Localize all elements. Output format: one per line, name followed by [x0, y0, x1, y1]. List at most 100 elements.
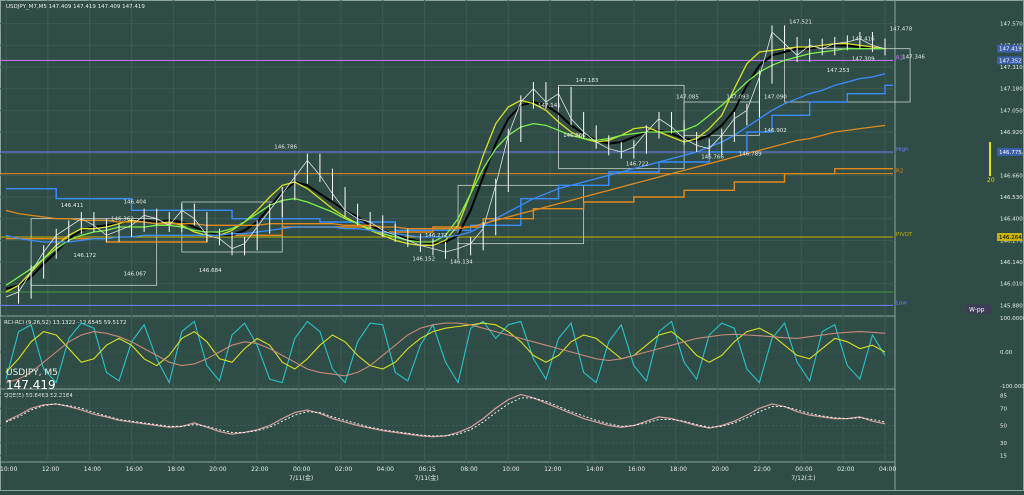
price-annotation: 147.093	[726, 95, 749, 101]
price-annotation: 146.067	[124, 271, 147, 277]
price-annotation: 147.253	[827, 68, 850, 74]
chart-title: USDJPY_M7,M5 147.409 147.419 147.409 147…	[6, 4, 145, 10]
price-annotation: 147.478	[890, 26, 913, 32]
price-tag: 147.352	[999, 58, 1022, 64]
qqe-line	[5, 393, 886, 438]
price-annotation: 147.346	[902, 55, 925, 61]
y-tick-label: 147.570	[1000, 22, 1023, 28]
price-annotation: 146.362	[111, 216, 134, 222]
price-annotation: 147.183	[576, 78, 599, 84]
rci-line	[5, 322, 886, 384]
x-tick-label: 08:00	[460, 466, 477, 473]
y-tick-label: 145.880	[1000, 303, 1023, 309]
x-date-label: 7/11(金)	[289, 474, 313, 482]
last-price-label: 147.419	[6, 378, 56, 392]
price-tag: 146.264	[999, 235, 1022, 241]
x-tick-label: 06:15	[419, 466, 436, 473]
rci-title: RCI-RCI (9,26,52) 13.1322 -12.6545 59.51…	[4, 320, 127, 326]
x-tick-label: 10:00	[502, 466, 519, 473]
x-date-label: 7/11(金)	[415, 474, 439, 482]
rci-panel: RCI-RCI (9,26,52) 13.1322 -12.6545 59.51…	[0, 316, 1024, 390]
qqe-tick: 15	[1000, 454, 1007, 460]
y-tick-label: 146.140	[1000, 260, 1023, 266]
x-tick-label: 00:00	[795, 466, 812, 473]
price-tag: 147.419	[999, 47, 1022, 53]
x-tick-label: 10:00	[0, 466, 17, 473]
grid	[0, 0, 1024, 491]
qqe-tick: 50	[1000, 424, 1007, 430]
x-tick-label: 12:00	[544, 466, 561, 473]
level-20-label: 20	[987, 177, 995, 184]
price-annotation: 147.416	[852, 36, 875, 42]
x-tick-label: 02:00	[837, 466, 854, 473]
price-annotation: 146.404	[124, 200, 147, 206]
level-label: R2	[896, 169, 903, 175]
y-tick-label: 146.920	[1000, 130, 1023, 136]
x-tick-label: 18:00	[167, 466, 184, 473]
qqe-signal	[5, 397, 886, 437]
qqe-title: QQE(5) 50.8463 52.2184	[4, 393, 73, 399]
chart-svg: R2HighR2PIVOTLow 146.411146.172146.40414…	[0, 0, 1024, 491]
outer-frame	[0, 0, 1024, 491]
price-tag: 146.775	[999, 150, 1022, 156]
x-tick-label: 16:00	[628, 466, 645, 473]
price-annotation: 147.085	[676, 95, 699, 101]
x-tick-label: 22:00	[251, 466, 268, 473]
x-tick-label: 02:00	[335, 466, 352, 473]
qqe-tick: 70	[1000, 406, 1007, 412]
y-tick-label: 146.400	[1000, 217, 1023, 223]
price-annotation: 147.141	[538, 103, 561, 109]
ema-line	[5, 73, 886, 243]
x-tick-label: 14:00	[84, 466, 101, 473]
trading-chart: R2 High R2 PIVOT Low 146.411 146.172 146.404 14…	[0, 0, 1024, 491]
x-tick-label: 14:00	[586, 466, 603, 473]
y-tick-label: 146.010	[1000, 282, 1023, 288]
rci-tick: -100.0000	[1000, 384, 1024, 390]
axes: 147.570147.440147.310147.180147.050146.9…	[0, 22, 1023, 482]
x-tick-label: 12:00	[42, 466, 59, 473]
rci-tick: 100.0000	[1000, 316, 1024, 322]
y-tick-label: 147.180	[1000, 87, 1023, 93]
price-annotation: 146.411	[61, 203, 84, 209]
price-annotation: 146.860	[563, 133, 586, 139]
level-label: PIVOT	[896, 232, 913, 238]
price-annotation: 146.722	[626, 161, 649, 167]
y-tick-label: 146.530	[1000, 195, 1023, 201]
pivot-levels: R2HighR2PIVOTLow	[0, 48, 913, 306]
level-label: High	[896, 147, 909, 153]
x-tick-label: 16:00	[126, 466, 143, 473]
x-tick-label: 20:00	[712, 466, 729, 473]
price-annotation: 147.090	[764, 95, 787, 101]
y-tick-label: 147.310	[1000, 65, 1023, 71]
price-annotation: 146.152	[412, 256, 435, 262]
ema-line	[5, 124, 886, 230]
y-tick-label: 147.050	[1000, 108, 1023, 114]
x-tick-label: 04:00	[377, 466, 394, 473]
price-annotation: 146.789	[739, 151, 762, 157]
x-tick-label: 18:00	[670, 466, 687, 473]
y-tick-label: 146.660	[1000, 173, 1023, 179]
qqe-panel: QQE(5) 50.8463 52.2184 85 70 50 30 15	[0, 393, 1007, 460]
price-annotation: 146.272	[425, 233, 448, 239]
level-label: Low	[896, 300, 907, 306]
qqe-tick: 85	[1000, 393, 1007, 399]
price-annotation: 147.309	[852, 56, 875, 62]
price-annotation: 146.172	[73, 253, 96, 259]
price-annotation: 146.134	[450, 260, 473, 266]
x-tick-label: 00:00	[293, 466, 310, 473]
rci-line	[5, 322, 886, 373]
price-annotation: 147.521	[789, 20, 812, 26]
symbol-label: USDJPY, M5	[6, 368, 58, 378]
qqe-tick: 30	[1000, 441, 1007, 447]
rci-tick: 0.00	[1000, 350, 1013, 356]
x-tick-label: 20:00	[209, 466, 226, 473]
x-date-label: 7/12(土)	[791, 474, 815, 482]
step-line	[6, 84, 893, 232]
x-tick-label: 22:00	[753, 466, 770, 473]
price-annotation: 146.684	[199, 268, 222, 274]
price-annotation: 146.786	[274, 145, 297, 151]
w-pp-tag: W-pp	[969, 307, 985, 314]
price-annotation: 146.902	[764, 128, 787, 134]
x-tick-label: 04:00	[879, 466, 896, 473]
price-annotation: 146.766	[701, 155, 724, 161]
